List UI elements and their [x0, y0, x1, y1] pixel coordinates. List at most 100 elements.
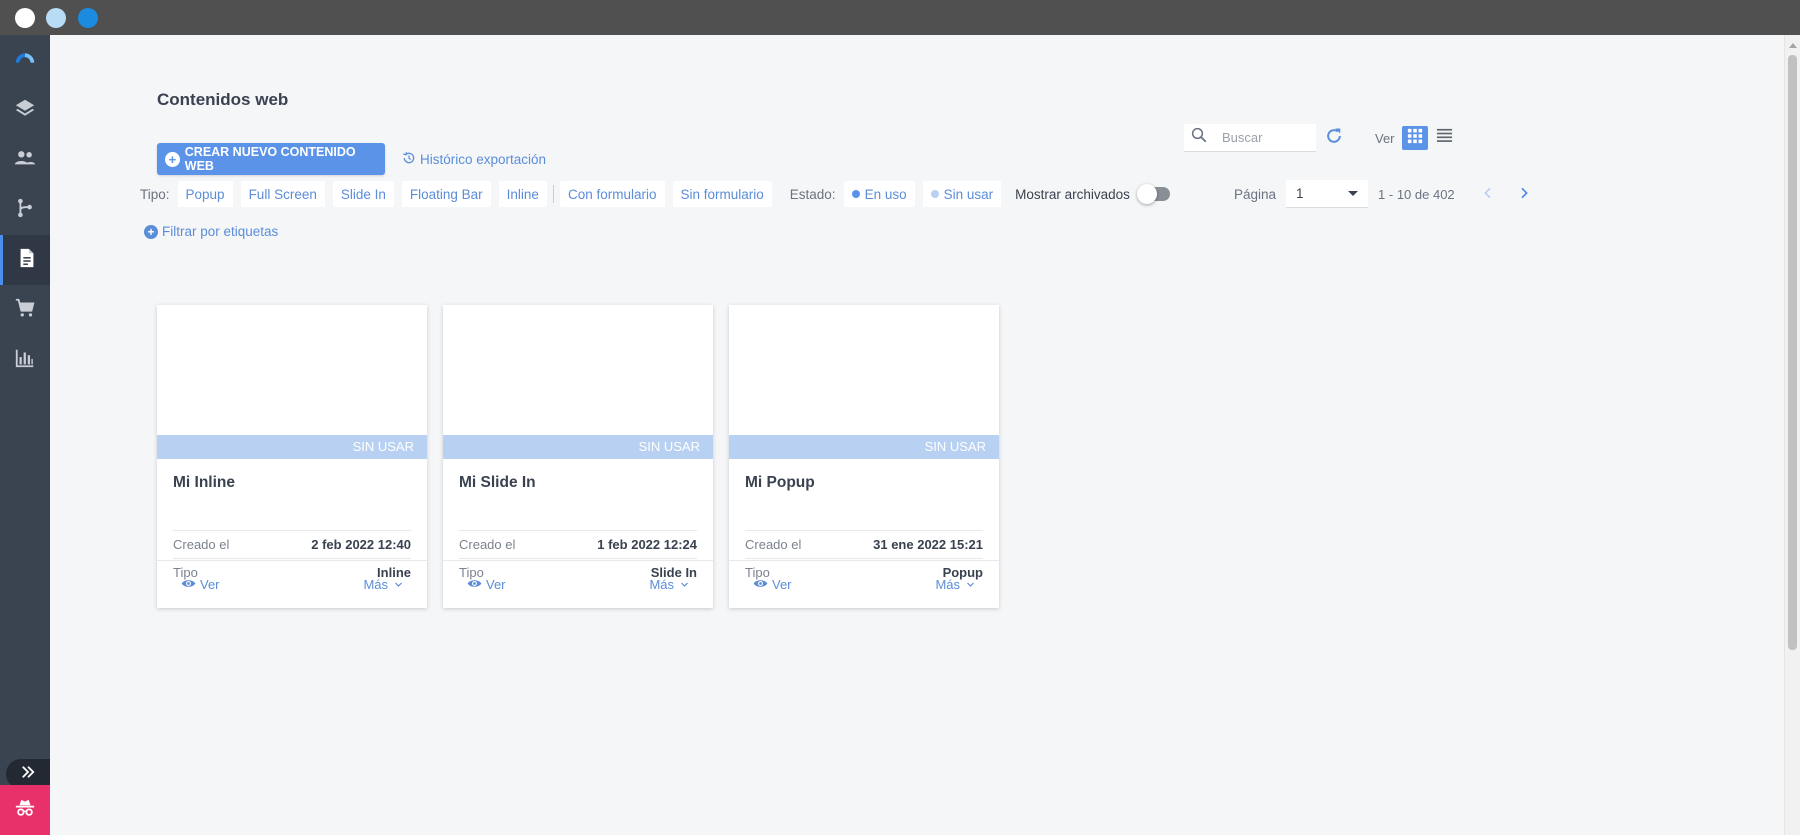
card-thumbnail[interactable]: [443, 305, 713, 435]
status-badge: SIN USAR: [729, 435, 999, 459]
created-value: 1 feb 2022 12:24: [597, 537, 697, 552]
next-page-button[interactable]: [1511, 181, 1537, 207]
grid-icon: [1407, 128, 1423, 149]
chevron-down-icon: [960, 577, 975, 592]
filter-bar: Tipo: Popup Full Screen Slide In Floatin…: [140, 181, 1170, 207]
more-button[interactable]: Más: [363, 577, 403, 592]
filter-type-inline[interactable]: Inline: [498, 181, 547, 207]
more-button[interactable]: Más: [649, 577, 689, 592]
export-history-label: Histórico exportación: [420, 152, 547, 167]
toggle-knob: [1136, 184, 1157, 204]
incognito-button[interactable]: [0, 785, 50, 835]
page-range: 1 - 10 de 402: [1378, 186, 1455, 202]
filter-by-tags-link[interactable]: + Filtrar por etiquetas: [144, 224, 278, 239]
more-label: Más: [363, 577, 388, 592]
filter-state-in-use[interactable]: En uso: [843, 181, 915, 207]
filter-type-slide-in[interactable]: Slide In: [332, 181, 394, 207]
more-label: Más: [935, 577, 960, 592]
sidebar-item-home[interactable]: [0, 35, 50, 85]
list-view-button[interactable]: [1431, 126, 1457, 150]
scroll-thumb[interactable]: [1788, 55, 1797, 650]
more-button[interactable]: Más: [935, 577, 975, 592]
eye-icon: [467, 576, 486, 594]
filter-divider: [552, 185, 554, 203]
chevron-down-icon: [388, 577, 403, 592]
automation-icon: [14, 197, 36, 224]
content-card[interactable]: SIN USAR Mi Inline Creado el 2 feb 2022 …: [157, 305, 427, 608]
content-card[interactable]: SIN USAR Mi Slide In Creado el 1 feb 202…: [443, 305, 713, 608]
window-maximize-button[interactable]: [78, 8, 98, 28]
view-mode-label: Ver: [1375, 131, 1395, 146]
show-archived-toggle[interactable]: [1136, 184, 1170, 204]
created-value: 2 feb 2022 12:40: [311, 537, 411, 552]
filter-type-floating-bar[interactable]: Floating Bar: [401, 181, 491, 207]
state-filter-label: Estado:: [789, 186, 836, 202]
page-scrollbar[interactable]: [1784, 35, 1800, 835]
filter-state-unused-label: Sin usar: [943, 186, 994, 202]
chevron-left-icon: [1480, 185, 1496, 204]
grid-view-button[interactable]: [1402, 126, 1428, 150]
sidebar-item-layers[interactable]: [0, 85, 50, 135]
sidebar-item-reports[interactable]: [0, 335, 50, 385]
card-thumbnail[interactable]: [729, 305, 999, 435]
status-badge: SIN USAR: [157, 435, 427, 459]
sidebar-item-automation[interactable]: [0, 185, 50, 235]
sidebar-item-web-content[interactable]: [0, 235, 50, 285]
chevron-right-icon: [1516, 185, 1532, 204]
previous-page-button[interactable]: [1475, 181, 1501, 207]
create-web-content-button[interactable]: + CREAR NUEVO CONTENIDO WEB: [157, 143, 385, 175]
card-actions: Ver Más: [157, 560, 427, 608]
view-label: Ver: [772, 577, 792, 592]
layers-icon: [14, 97, 36, 124]
bar-chart-icon: [14, 347, 36, 374]
sidebar-item-contacts[interactable]: [0, 135, 50, 185]
show-archived-control: Mostrar archivados: [1015, 184, 1170, 204]
refresh-button[interactable]: [1322, 126, 1346, 150]
create-button-label: CREAR NUEVO CONTENIDO WEB: [184, 145, 356, 173]
export-history-link[interactable]: Histórico exportación: [402, 151, 546, 168]
view-button[interactable]: Ver: [181, 576, 220, 594]
search-input[interactable]: [1222, 130, 1310, 145]
search-field[interactable]: [1184, 124, 1316, 152]
list-icon: [1436, 127, 1453, 149]
page-label: Página: [1234, 186, 1277, 202]
view-button[interactable]: Ver: [467, 576, 506, 594]
page-select[interactable]: 1: [1286, 180, 1369, 208]
view-button[interactable]: Ver: [753, 576, 792, 594]
card-created-row: Creado el 31 ene 2022 15:21: [745, 530, 983, 558]
search-icon: [1184, 126, 1208, 149]
card-title: Mi Inline: [173, 474, 235, 491]
page-select-value: 1: [1296, 186, 1304, 201]
chevron-down-icon: [674, 577, 689, 592]
created-label: Creado el: [173, 537, 230, 552]
page-title: Contenidos web: [157, 90, 289, 109]
filter-with-form[interactable]: Con formulario: [559, 181, 665, 207]
filter-state-unused[interactable]: Sin usar: [922, 181, 1002, 207]
main-content: Contenidos web + CREAR NUEVO CONTENIDO W…: [50, 35, 1784, 835]
window-minimize-button[interactable]: [46, 8, 66, 28]
filter-type-popup[interactable]: Popup: [177, 181, 233, 207]
card-created-row: Creado el 2 feb 2022 12:40: [173, 530, 411, 558]
content-card[interactable]: SIN USAR Mi Popup Creado el 31 ene 2022 …: [729, 305, 999, 608]
show-archived-label: Mostrar archivados: [1015, 186, 1130, 202]
window-close-button[interactable]: [15, 8, 35, 28]
card-thumbnail[interactable]: [157, 305, 427, 435]
filter-type-full-screen[interactable]: Full Screen: [240, 181, 325, 207]
type-filter-label: Tipo:: [140, 186, 170, 202]
created-label: Creado el: [745, 537, 802, 552]
incognito-icon: [14, 797, 36, 824]
filter-without-form[interactable]: Sin formulario: [672, 181, 772, 207]
history-icon: [402, 151, 420, 168]
refresh-icon: [1324, 126, 1344, 151]
in-use-dot-icon: [851, 190, 860, 198]
filter-state-in-use-label: En uso: [864, 186, 907, 202]
eye-icon: [753, 576, 772, 594]
double-chevron-right-icon: [19, 763, 37, 786]
scroll-up-arrow[interactable]: [1789, 43, 1797, 48]
created-value: 31 ene 2022 15:21: [873, 537, 983, 552]
view-label: Ver: [486, 577, 506, 592]
caret-down-icon: [1348, 191, 1359, 196]
eye-icon: [181, 576, 200, 594]
more-label: Más: [649, 577, 674, 592]
sidebar-item-ecommerce[interactable]: [0, 285, 50, 335]
